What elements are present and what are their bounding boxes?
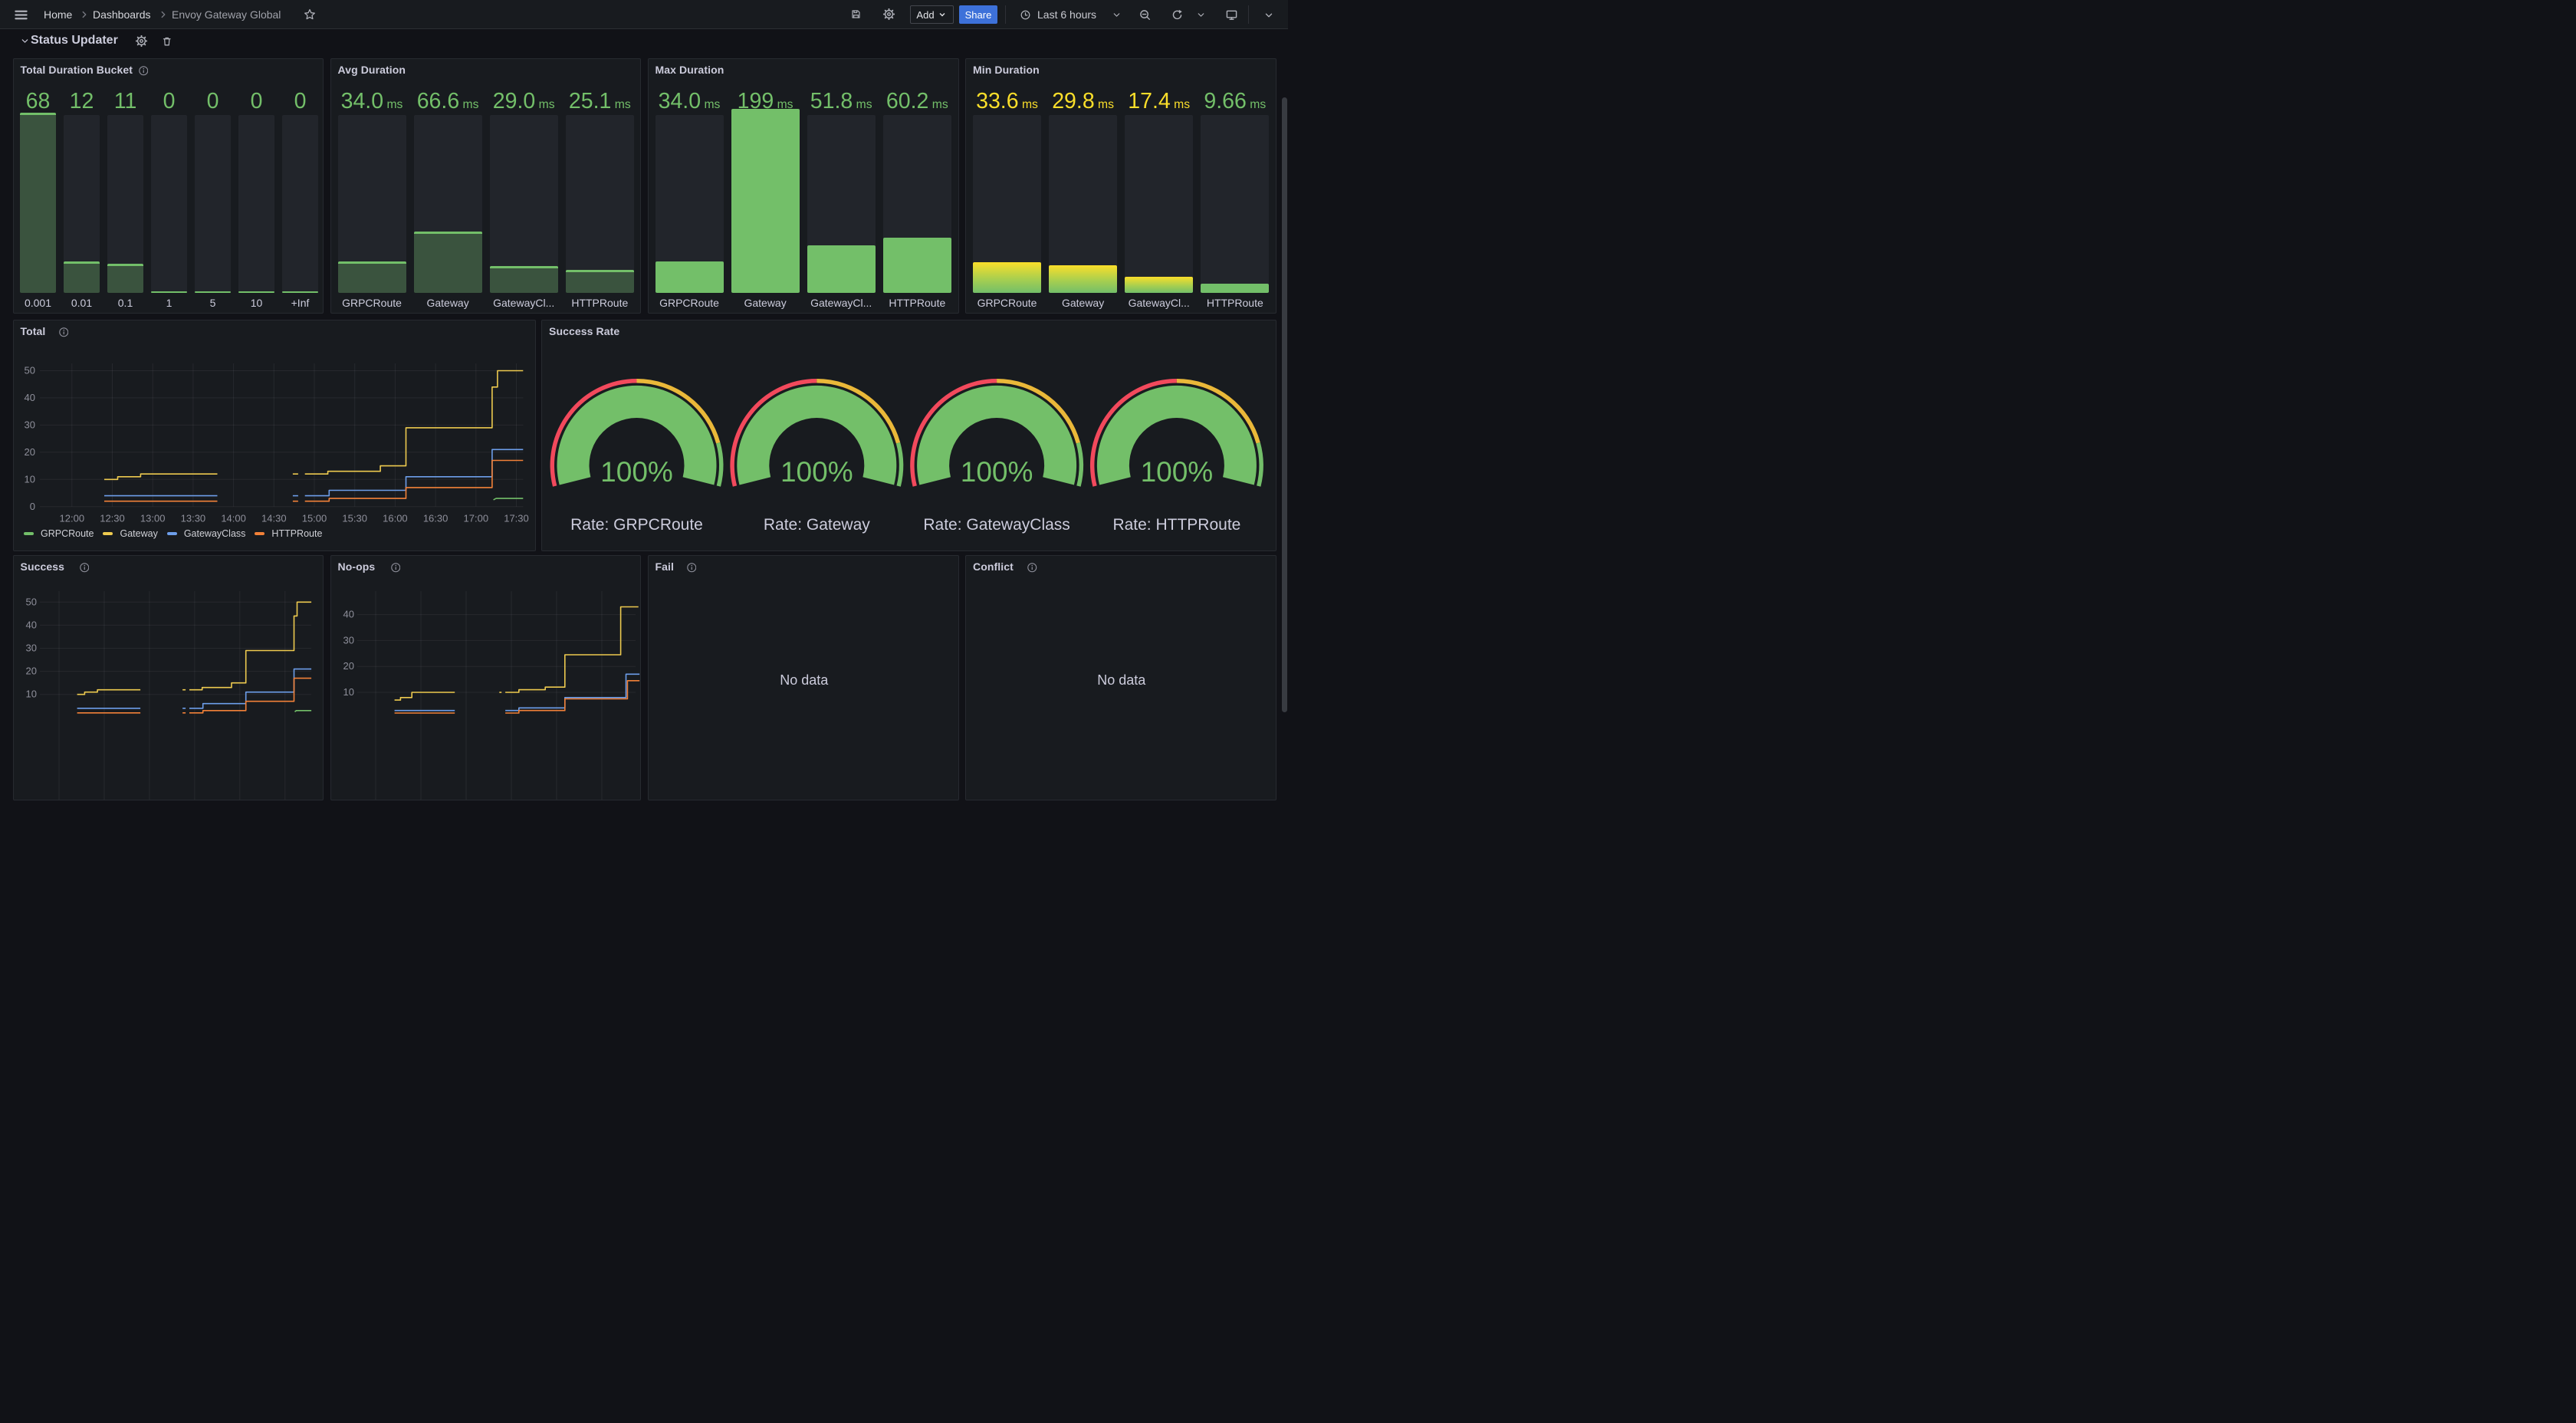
svg-text:100%: 100% [780, 456, 853, 488]
svg-text:10: 10 [25, 688, 36, 700]
svg-text:100%: 100% [961, 456, 1033, 488]
svg-text:Rate: GRPCRoute: Rate: GRPCRoute [570, 516, 703, 534]
svg-text:20: 20 [25, 665, 36, 677]
svg-text:13:00: 13:00 [140, 513, 165, 524]
svg-text:16:00: 16:00 [383, 513, 408, 524]
svg-text:50: 50 [25, 596, 36, 607]
svg-text:30: 30 [343, 634, 353, 646]
svg-text:15:00: 15:00 [301, 513, 327, 524]
svg-text:17:30: 17:30 [504, 513, 529, 524]
svg-text:15:30: 15:30 [342, 513, 367, 524]
svg-text:30: 30 [25, 642, 36, 654]
svg-text:Rate: HTTPRoute: Rate: HTTPRoute [1112, 516, 1240, 534]
svg-text:100%: 100% [600, 456, 673, 488]
svg-text:20: 20 [343, 660, 353, 672]
svg-text:0: 0 [29, 501, 34, 512]
svg-text:14:30: 14:30 [261, 513, 287, 524]
svg-text:30: 30 [24, 419, 34, 430]
svg-text:40: 40 [24, 392, 34, 403]
svg-text:14:00: 14:00 [221, 513, 246, 524]
svg-text:40: 40 [25, 619, 36, 630]
svg-text:Rate: Gateway: Rate: Gateway [764, 516, 870, 534]
svg-text:10: 10 [343, 686, 353, 698]
svg-text:50: 50 [24, 365, 34, 376]
svg-text:12:00: 12:00 [59, 513, 84, 524]
svg-text:16:30: 16:30 [422, 513, 448, 524]
svg-text:10: 10 [24, 473, 34, 485]
svg-text:17:00: 17:00 [463, 513, 488, 524]
svg-text:12:30: 12:30 [100, 513, 125, 524]
svg-text:100%: 100% [1141, 456, 1214, 488]
svg-text:Rate: GatewayClass: Rate: GatewayClass [923, 516, 1070, 534]
svg-text:13:30: 13:30 [180, 513, 205, 524]
svg-text:40: 40 [343, 609, 353, 620]
svg-text:20: 20 [24, 446, 34, 458]
